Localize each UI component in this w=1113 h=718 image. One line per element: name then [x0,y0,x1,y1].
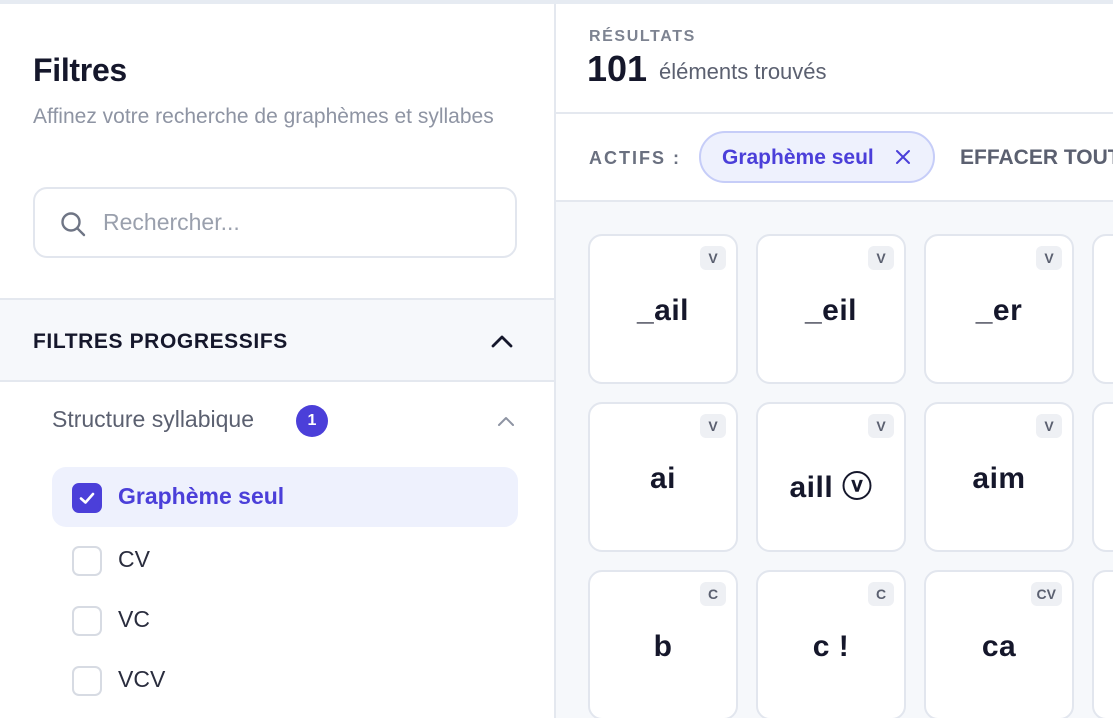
filter-option-grapheme-seul[interactable]: Graphème seul [52,467,518,527]
checkbox[interactable] [72,546,102,576]
filters-sidebar: Filtres Affinez votre recherche de graph… [0,4,556,718]
card-type-badge: CV [1030,582,1062,606]
card-grapheme: _er [975,294,1023,327]
result-card[interactable]: V aill ⓥ [756,402,906,552]
group-label: Structure syllabique [52,406,254,432]
chevron-up-icon[interactable] [488,328,516,356]
results-count: 101 [587,48,648,89]
card-type-badge: C [700,582,726,606]
filter-option-label: CV [118,546,150,572]
search-box[interactable] [33,187,517,258]
results-grid: V _ail V _eil V _er V ai V aill ⓥ V aim … [556,202,1113,718]
card-grapheme: aim [972,462,1026,495]
active-filters-label: ACTIFS : [589,148,681,168]
filter-option-label: Graphème seul [118,483,285,509]
results-kicker: RÉSULTATS [589,28,696,45]
card-type-badge: V [868,414,894,438]
close-icon[interactable] [893,147,913,167]
card-type-badge: V [1036,246,1062,270]
filter-option-vcv[interactable]: VCV [52,650,518,710]
search-icon [61,212,86,237]
chevron-up-icon[interactable] [495,411,517,433]
card-grapheme: c ! [812,630,850,663]
progressive-filters-label: FILTRES PROGRESSIFS [33,330,288,353]
filter-option-cv[interactable]: CV [52,530,518,590]
clear-all-button[interactable]: EFFACER TOUT [960,146,1113,170]
card-grapheme: _ail [636,294,690,327]
result-card[interactable]: V _ail [588,234,738,384]
result-card[interactable]: C b [588,570,738,718]
result-card[interactable]: V _eil [756,234,906,384]
card-grapheme: ca [981,630,1017,663]
results-count-label: éléments trouvés [659,59,827,84]
results-header: RÉSULTATS 101 éléments trouvés [556,4,1113,114]
result-card[interactable]: V aim [924,402,1074,552]
structure-syllabique-group[interactable]: Structure syllabique 1 [52,402,520,442]
result-card-partial[interactable] [1092,570,1113,718]
result-card-partial[interactable] [1092,402,1113,552]
card-grapheme: _eil [804,294,858,327]
filter-option-label: VC [118,606,150,632]
checkbox-checked[interactable] [72,483,102,513]
result-card-partial[interactable] [1092,234,1113,384]
filters-title: Filtres [33,52,127,88]
checkbox[interactable] [72,666,102,696]
progressive-filters-header[interactable]: FILTRES PROGRESSIFS [0,298,554,382]
chip-label: Graphème seul [722,146,874,169]
results-panel: RÉSULTATS 101 éléments trouvés ACTIFS : … [556,4,1113,718]
card-grapheme: aill ⓥ [789,471,873,504]
active-filter-chip[interactable]: Graphème seul [699,131,935,183]
search-input[interactable] [103,189,503,256]
filters-subtitle: Affinez votre recherche de graphèmes et … [33,105,494,128]
filter-option-vc[interactable]: VC [52,590,518,650]
card-grapheme: b [653,630,673,663]
filter-option-label: VCV [118,666,166,692]
card-type-badge: V [700,414,726,438]
result-card[interactable]: CV ca [924,570,1074,718]
card-type-badge: C [868,582,894,606]
card-type-badge: V [1036,414,1062,438]
result-card[interactable]: V _er [924,234,1074,384]
card-type-badge: V [868,246,894,270]
group-count-badge: 1 [296,405,328,437]
checkmark-icon [79,492,95,504]
card-grapheme: ai [649,462,677,495]
active-filters-bar: ACTIFS : Graphème seul EFFACER TOUT [556,114,1113,202]
result-card[interactable]: V ai [588,402,738,552]
checkbox[interactable] [72,606,102,636]
card-type-badge: V [700,246,726,270]
result-card[interactable]: C c ! [756,570,906,718]
